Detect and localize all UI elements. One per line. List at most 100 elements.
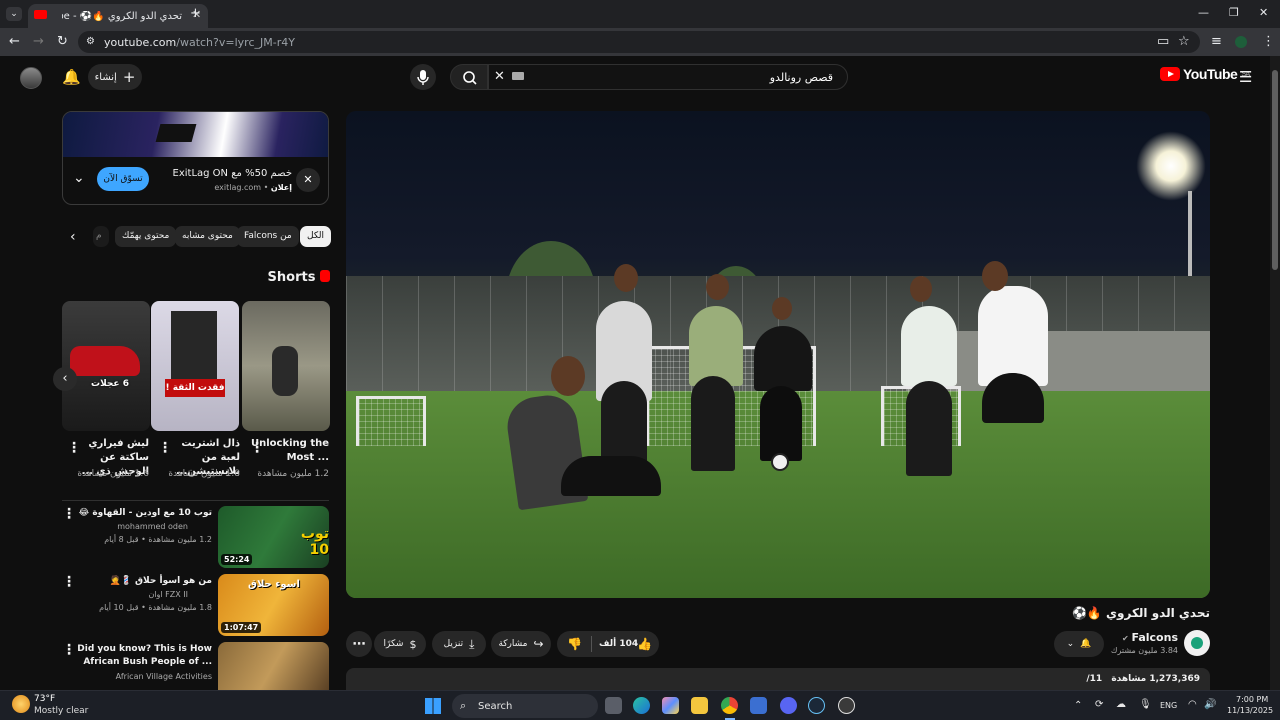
site-info-icon[interactable]: ⚙ xyxy=(86,35,95,49)
section-divider xyxy=(62,500,329,501)
thanks-button[interactable]: شكرًا $ xyxy=(374,631,426,657)
related-video-title[interactable]: توب 10 مع اودين - القهاوة 😂 xyxy=(72,507,212,520)
ad-card[interactable]: ✕ خصم 50% مع ExitLag ON إعلان • exitlag.… xyxy=(62,111,329,205)
related-video-thumbnail[interactable]: توب 10 52:24 xyxy=(218,506,329,568)
minimize-icon[interactable]: — xyxy=(1198,6,1209,20)
short-thumbnail[interactable] xyxy=(242,301,330,431)
related-more-icon[interactable]: ⋮ xyxy=(62,575,76,589)
reading-list-icon[interactable]: ≡ xyxy=(1211,35,1222,49)
new-tab-icon[interactable]: + xyxy=(190,7,201,21)
forward-icon[interactable]: → xyxy=(33,35,44,49)
edge-icon[interactable] xyxy=(633,697,650,714)
taskbar-search-icon: ⌕ xyxy=(460,699,467,712)
profile-icon[interactable] xyxy=(1235,36,1247,48)
store-icon[interactable] xyxy=(750,697,767,714)
related-video-thumbnail[interactable] xyxy=(218,642,329,690)
short-thumbnail[interactable]: 6 عجلات xyxy=(62,301,150,431)
dislike-button[interactable]: 👎 xyxy=(567,637,582,651)
task-view-icon[interactable] xyxy=(605,697,622,714)
download-button[interactable]: تنزيل ⤓ xyxy=(432,631,486,657)
maximize-icon[interactable]: ❐ xyxy=(1229,6,1239,20)
tray-sync-icon[interactable]: ⟳ xyxy=(1095,699,1103,710)
chrome-icon[interactable] xyxy=(721,697,738,714)
subscribe-bell-button[interactable]: ⌄ 🔔 xyxy=(1054,631,1104,657)
create-label: إنشاء xyxy=(94,71,117,83)
reload-icon[interactable]: ↻ xyxy=(57,35,68,49)
chip-from-channel[interactable]: من Falcons xyxy=(237,226,299,247)
related-video-channel[interactable]: African Village Activities xyxy=(72,671,212,683)
short-more-icon[interactable]: ⋮ xyxy=(158,441,172,455)
ad-shop-now-button[interactable]: تسوّق الآن xyxy=(97,167,149,191)
chip-partial[interactable]: م xyxy=(93,226,109,247)
related-video-title[interactable]: من هو اسوأ حلاق 💈🤦 xyxy=(72,575,212,588)
channel-name[interactable]: ✔ Falcons xyxy=(1100,631,1178,644)
app-icon[interactable] xyxy=(838,697,855,714)
short-more-icon[interactable]: ⋮ xyxy=(67,441,81,455)
steam-icon[interactable] xyxy=(808,697,825,714)
tab-search-icon[interactable]: ⌄ xyxy=(6,7,22,21)
account-avatar[interactable] xyxy=(20,67,42,89)
start-windows-icon[interactable] xyxy=(425,698,441,714)
related-more-icon[interactable]: ⋮ xyxy=(62,507,76,521)
address-bar[interactable]: ⚙ youtube.com/watch?v=lyrc_JM-r4Y xyxy=(78,31,1200,53)
ad-expand-chevron-icon[interactable]: ⌄ xyxy=(73,170,85,186)
channel-avatar[interactable] xyxy=(1184,630,1210,656)
tray-overflow-icon[interactable]: ⌃ xyxy=(1074,700,1082,711)
ad-advertiser-logo[interactable]: ✕ xyxy=(296,168,320,192)
file-explorer-icon[interactable] xyxy=(691,697,708,714)
discord-icon[interactable] xyxy=(780,697,797,714)
copilot-icon[interactable] xyxy=(662,697,679,714)
scrollbar-thumb[interactable] xyxy=(1272,70,1278,270)
page-scrollbar[interactable] xyxy=(1270,56,1280,690)
short-views: 1.6 مليون مشاهدة xyxy=(77,469,149,479)
chip-related[interactable]: محتوى مشابه xyxy=(175,226,240,247)
short-thumbnail-figure xyxy=(272,346,298,396)
weather-icon[interactable] xyxy=(12,695,30,713)
logo-text: YouTube xyxy=(1183,66,1238,82)
volume-icon[interactable]: 🔊 xyxy=(1204,699,1216,710)
view-count: 1,273,369 مشاهدة xyxy=(1111,674,1200,684)
search-button[interactable] xyxy=(450,64,488,90)
video-player[interactable] xyxy=(346,111,1210,598)
install-app-icon[interactable]: ▭ xyxy=(1157,35,1169,49)
related-more-icon[interactable]: ⋮ xyxy=(62,643,76,657)
search-input-value: قصص رونالدو xyxy=(769,71,833,84)
share-button[interactable]: مشاركة ↪ xyxy=(491,631,551,657)
clear-search-icon[interactable]: ✕ xyxy=(494,69,505,84)
weather-temp[interactable]: 73°F xyxy=(34,694,55,704)
related-video-thumbnail[interactable]: اسوء حلاق 1:07:47 xyxy=(218,574,329,636)
player-head xyxy=(706,274,729,300)
close-window-icon[interactable]: ✕ xyxy=(1259,6,1268,20)
shorts-scroll-left-button[interactable]: ‹ xyxy=(53,367,77,391)
related-video-channel[interactable]: FZX II اوان xyxy=(60,589,200,601)
clock-date[interactable]: 11/13/2025 xyxy=(1227,706,1273,715)
create-button[interactable]: إنشاء + xyxy=(88,64,142,90)
clock-time[interactable]: 7:00 PM xyxy=(1236,695,1268,704)
tray-cloud-icon[interactable]: ☁ xyxy=(1116,699,1126,710)
back-icon[interactable]: ← xyxy=(9,35,20,49)
browser-tab[interactable]: تحدي الدو الكروي 🔥⚽ - YouTube ✕ xyxy=(28,4,208,28)
wifi-icon[interactable]: ◠ xyxy=(1188,699,1197,710)
taskbar-search-box[interactable]: ⌕ Search xyxy=(452,694,598,718)
short-thumbnail[interactable]: فقدت الثقة ! xyxy=(151,301,239,431)
notifications-bell-icon[interactable]: 🔔 xyxy=(62,68,81,86)
search-input[interactable]: قصص رونالدو xyxy=(488,64,848,90)
related-video-channel[interactable]: mohammed oden xyxy=(60,521,200,533)
like-button[interactable]: 👍 xyxy=(637,637,652,651)
guide-menu-icon[interactable]: ☰ xyxy=(1239,68,1252,86)
voice-search-mic-icon[interactable] xyxy=(410,64,436,90)
language-indicator[interactable]: ENG xyxy=(1160,701,1177,710)
browser-menu-icon[interactable]: ⋮ xyxy=(1262,35,1275,49)
tray-mic-icon[interactable]: 🎙 xyxy=(1139,699,1152,710)
player-head xyxy=(772,297,792,320)
chips-scroll-left-icon[interactable]: ‹ xyxy=(70,229,76,245)
related-video-title[interactable]: Did you know? This is How African Bush P… xyxy=(72,643,212,669)
description-box[interactable]: 1,273,369 مشاهدة 11/ xyxy=(346,668,1210,690)
bookmark-star-icon[interactable]: ☆ xyxy=(1178,35,1190,49)
more-actions-button[interactable]: ⋯ xyxy=(346,631,372,657)
chip-recommended[interactable]: محتوى يهمّك xyxy=(115,226,177,247)
keyboard-icon[interactable] xyxy=(512,72,524,80)
youtube-logo[interactable]: YouTube SA xyxy=(1160,66,1250,82)
short-more-icon[interactable]: ⋮ xyxy=(250,441,264,455)
chip-all[interactable]: الكل xyxy=(300,226,332,247)
